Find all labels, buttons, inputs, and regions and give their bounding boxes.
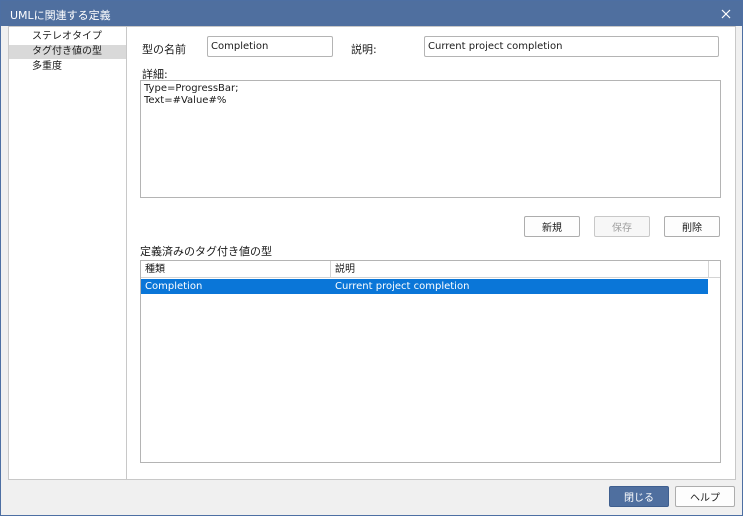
tagged-value-types-list[interactable]: 種類 説明 Completion Current project complet… [140,260,721,463]
list-caption: 定義済みのタグ付き値の型 [140,245,272,258]
description-input[interactable] [424,36,719,57]
new-button[interactable]: 新規 [524,216,580,237]
detail-textarea[interactable]: Type=ProgressBar; Text=#Value#% [140,80,721,198]
column-header-description[interactable]: 説明 [331,261,709,278]
close-button[interactable] [710,1,742,26]
delete-button[interactable]: 削除 [664,216,720,237]
nav-item-stereotypes[interactable]: ステレオタイプ [9,30,126,44]
type-name-label: 型の名前 [142,43,186,56]
row-description-cell: Current project completion [335,281,470,292]
list-header: 種類 説明 [141,261,720,278]
nav-item-tagged-value-types[interactable]: タグ付き値の型 [9,45,126,59]
close-dialog-button[interactable]: 閉じる [609,486,669,507]
category-list: ステレオタイプ タグ付き値の型 多重度 [8,26,127,480]
content-panel: 型の名前 説明: 詳細: Type=ProgressBar; Text=#Val… [127,26,736,480]
table-row[interactable]: Completion Current project completion [141,279,708,294]
dialog-window: UMLに関連する定義 ステレオタイプ タグ付き値の型 多重度 型の名前 説明: … [0,0,743,516]
help-button[interactable]: ヘルプ [675,486,735,507]
description-label: 説明: [351,43,377,56]
row-kind-cell: Completion [145,281,203,292]
column-header-kind[interactable]: 種類 [141,261,331,278]
title-bar[interactable]: UMLに関連する定義 [1,1,742,26]
nav-item-multiplicity[interactable]: 多重度 [9,60,126,74]
type-name-input[interactable] [207,36,333,57]
window-title: UMLに関連する定義 [10,9,111,22]
save-button[interactable]: 保存 [594,216,650,237]
close-icon [721,9,731,18]
